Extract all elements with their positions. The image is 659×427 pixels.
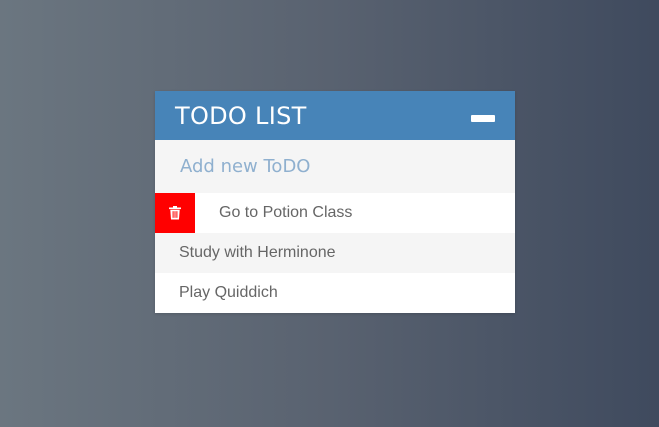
- todo-title: TODO LIST: [175, 101, 307, 130]
- todo-card: TODO LIST Go to Potion Class Study with: [155, 91, 515, 313]
- todo-item[interactable]: Play Quiddich: [155, 273, 515, 313]
- todo-item-label: Play Quiddich: [179, 284, 278, 301]
- trash-icon-svg: [169, 206, 181, 220]
- todo-list: Go to Potion Class Study with Herminone …: [155, 193, 515, 313]
- trash-icon[interactable]: [155, 193, 195, 233]
- todo-item[interactable]: Go to Potion Class: [155, 193, 515, 233]
- minus-bar: [471, 115, 495, 122]
- new-todo-input[interactable]: [178, 155, 492, 178]
- todo-item-label: Study with Herminone: [179, 244, 336, 261]
- todo-header: TODO LIST: [155, 91, 515, 140]
- new-todo-row: [155, 140, 515, 193]
- todo-item[interactable]: Study with Herminone: [155, 233, 515, 273]
- minus-icon[interactable]: [471, 104, 495, 128]
- todo-item-label: Go to Potion Class: [219, 204, 353, 221]
